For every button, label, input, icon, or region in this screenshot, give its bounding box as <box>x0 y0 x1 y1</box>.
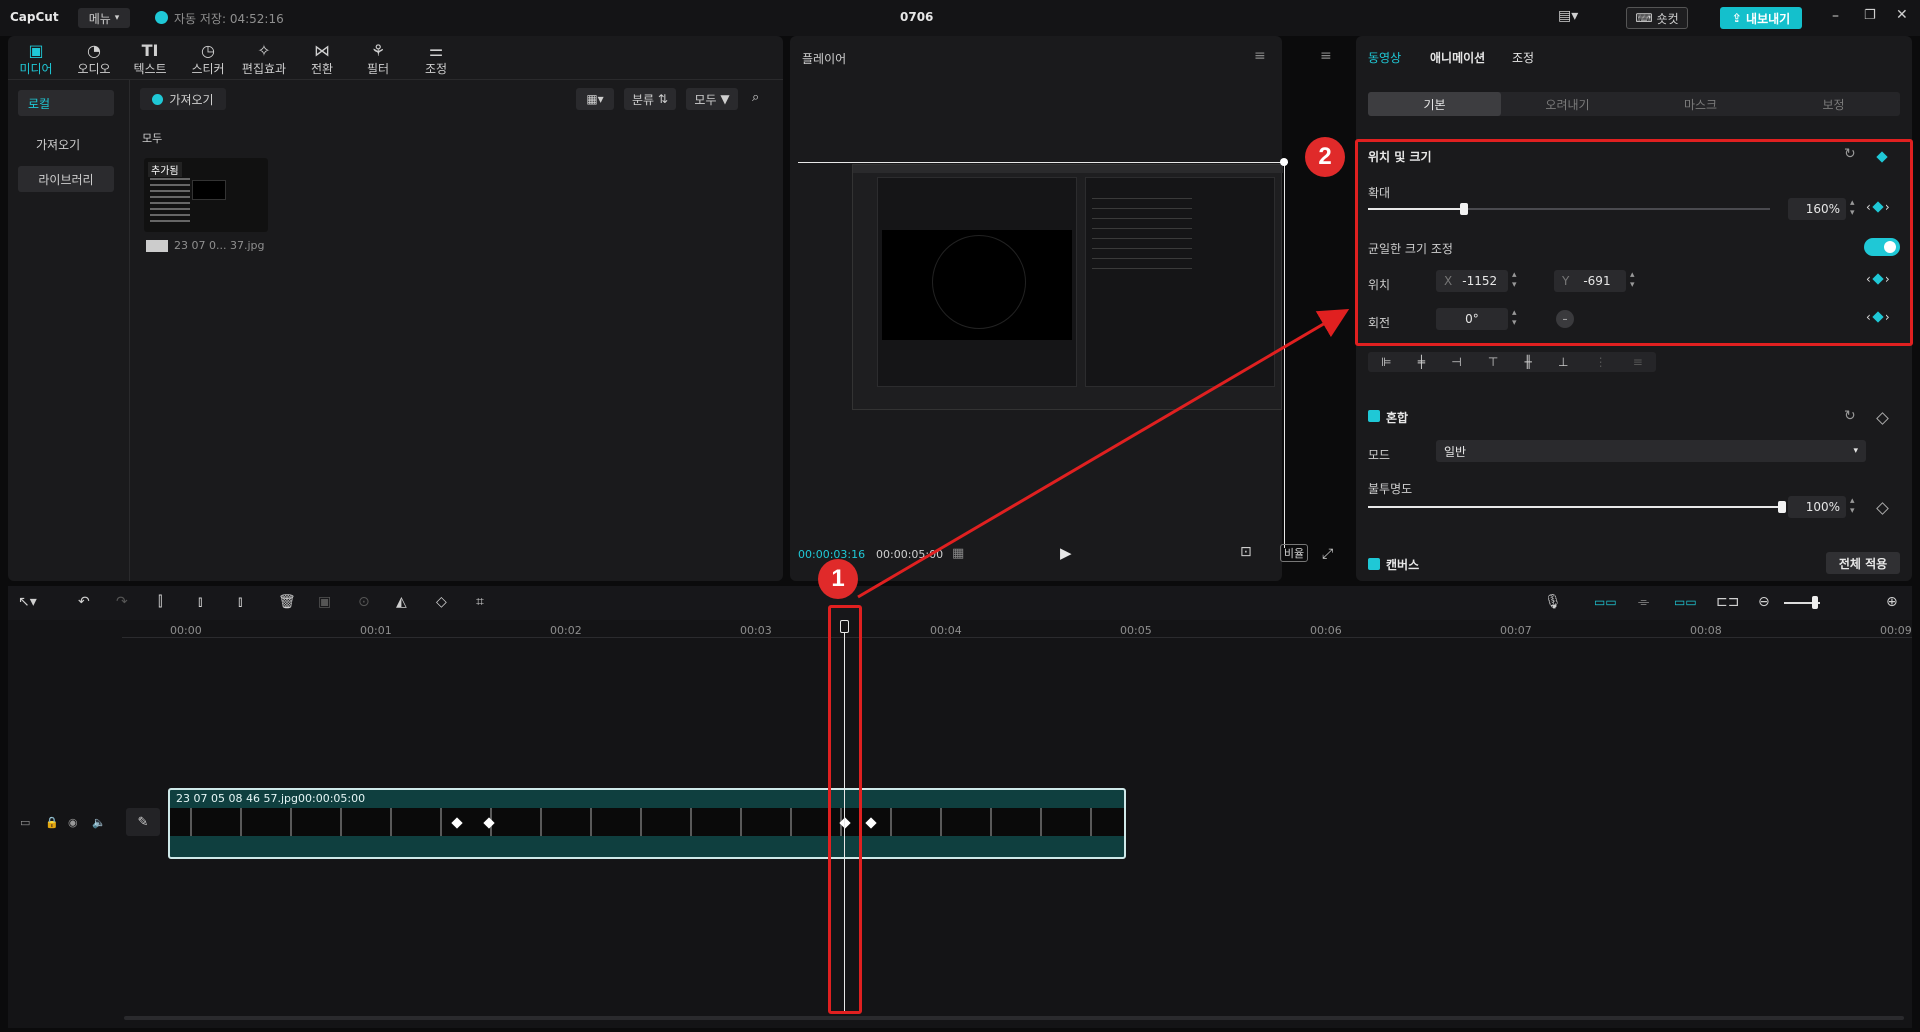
annotation-arrow <box>857 308 1350 599</box>
